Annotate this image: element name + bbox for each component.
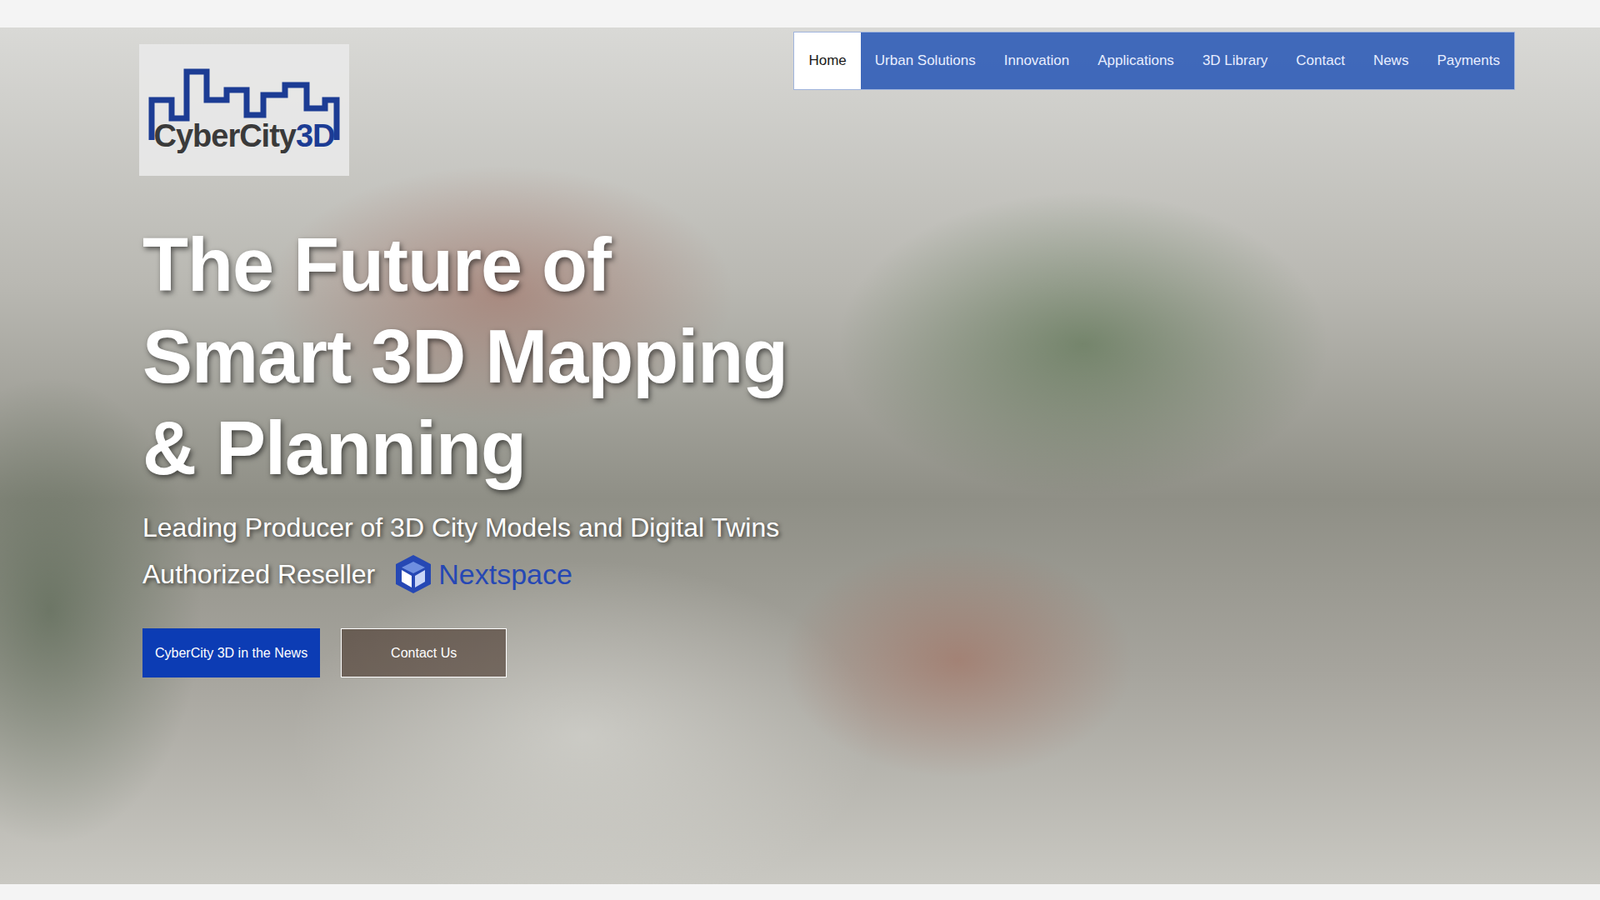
hero-content: CyberCity3D HomeUrban SolutionsInnovation… (0, 27, 1600, 678)
news-button[interactable]: CyberCity 3D in the News (142, 628, 320, 678)
nav-item[interactable]: Contact (1281, 32, 1360, 90)
logo-accent: 3D (295, 118, 335, 154)
nav-item[interactable]: News (1359, 32, 1424, 90)
headline: The Future ofSmart 3D Mapping& Planning (142, 219, 1515, 495)
nav-item[interactable]: Home (794, 32, 860, 90)
main-nav: HomeUrban SolutionsInnovationApplication… (793, 31, 1515, 90)
logo-text: CyberCity3D (153, 118, 335, 155)
cube-icon (393, 553, 434, 595)
partner-logo[interactable]: Nextspace (393, 553, 573, 595)
nav-item[interactable]: 3D Library (1188, 32, 1282, 90)
reseller-row: Authorized Reseller Nextspace (142, 553, 1515, 595)
logo-word: CyberCity (153, 118, 296, 154)
nav-item[interactable]: Urban Solutions (860, 32, 990, 90)
hero: CyberCity3D HomeUrban SolutionsInnovation… (0, 27, 1600, 885)
headline-line: The Future of (142, 219, 1515, 311)
nav-item[interactable]: Applications (1083, 32, 1189, 90)
bottom-strip (0, 884, 1600, 900)
hero-buttons: CyberCity 3D in the News Contact Us (142, 628, 1515, 678)
subtitle: Leading Producer of 3D City Models and D… (142, 512, 1515, 544)
headline-line: Smart 3D Mapping (142, 310, 1515, 403)
reseller-label: Authorized Reseller (142, 559, 375, 590)
top-strip (0, 0, 1600, 28)
nav-item[interactable]: Innovation (990, 32, 1084, 90)
partner-name: Nextspace (438, 558, 573, 591)
contact-button[interactable]: Contact Us (340, 628, 507, 678)
headline-line: & Planning (142, 402, 1515, 495)
header: CyberCity3D HomeUrban SolutionsInnovation… (142, 27, 1515, 176)
page: CyberCity3D HomeUrban SolutionsInnovation… (0, 0, 1600, 900)
nav-item[interactable]: Payments (1422, 32, 1515, 90)
logo[interactable]: CyberCity3D (139, 44, 350, 176)
